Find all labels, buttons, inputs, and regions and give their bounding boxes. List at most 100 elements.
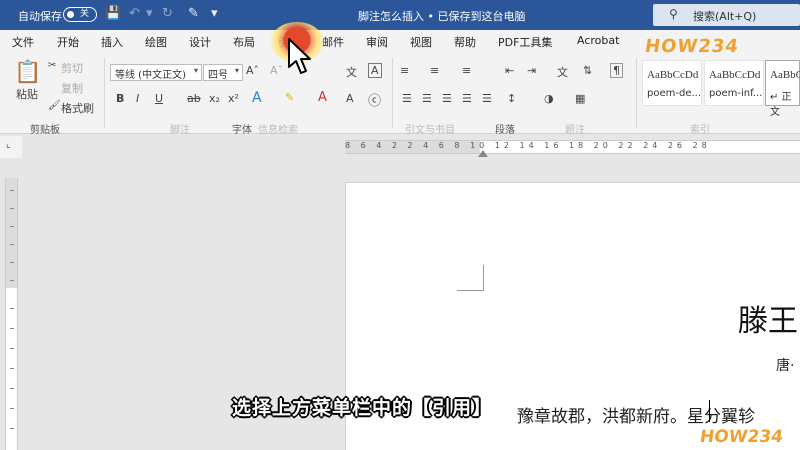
font-color-icon[interactable]: A [318, 90, 327, 105]
subscript-icon[interactable]: x₂ [209, 92, 220, 105]
chevron-down-icon: ▾ [193, 66, 198, 75]
tab-pdf-tools[interactable]: PDF工具集 [498, 34, 552, 50]
cut-icon[interactable]: ✂ [48, 60, 56, 71]
tab-draw[interactable]: 绘图 [145, 34, 167, 50]
shrink-font-icon[interactable]: Aˇ [270, 64, 283, 77]
style-name: ↵ 正文 [770, 92, 792, 118]
distributed-icon[interactable]: ☰ [482, 92, 492, 105]
tutorial-caption: 选择上方菜单栏中的【引用】 [232, 397, 493, 419]
ruler-tick [10, 368, 14, 369]
tab-selector[interactable]: ⌞ [0, 136, 22, 158]
faint-label-research: 信息检索 [258, 125, 298, 136]
text-effects-icon[interactable]: A [252, 90, 262, 106]
multilevel-list-icon[interactable]: ≡ [462, 64, 471, 77]
margin-crop-mark [483, 265, 484, 291]
increase-indent-icon[interactable]: ⇥ [527, 64, 536, 77]
font-size-combo[interactable]: 四号 ▾ [203, 64, 243, 81]
document-heading[interactable]: 滕王 [738, 296, 798, 340]
document-author[interactable]: 唐· [776, 355, 794, 375]
customize-toolbar-icon[interactable]: ▾ [211, 6, 218, 21]
search-input[interactable]: 搜索(Alt+Q) [693, 8, 756, 24]
ruler-tick [10, 208, 14, 209]
tab-review[interactable]: 审阅 [366, 34, 388, 50]
style-normal[interactable]: AaBbC ↵ 正文 [765, 60, 800, 118]
paste-button[interactable]: 粘贴 [16, 86, 38, 102]
ribbon: 📋 粘贴 ✂ 剪切 复制 🖌 格式刷 剪贴板 等线 (中文正文) ▾ 四号 ▾ Aˆ… [0, 54, 800, 136]
tab-layout[interactable]: 布局 [233, 34, 255, 50]
cut-button[interactable]: 剪切 [61, 60, 83, 76]
show-marks-icon[interactable]: ¶ [610, 63, 623, 78]
align-center-icon[interactable]: ☰ [422, 92, 432, 105]
tab-mailings[interactable]: 邮件 [322, 34, 344, 50]
tab-insert[interactable]: 插入 [101, 34, 123, 50]
indent-marker[interactable] [478, 150, 488, 157]
autosave-label: 自动保存 [18, 10, 62, 23]
group-divider [104, 58, 105, 128]
enclose-characters-icon[interactable]: ⓒ [368, 90, 381, 109]
borders-icon[interactable]: ▦ [575, 92, 585, 105]
style-poem-inf[interactable]: AaBbCcDd poem-inf... [704, 60, 764, 106]
redo-icon[interactable]: ↻ [162, 6, 173, 21]
grow-font-icon[interactable]: Aˆ [246, 64, 259, 77]
ruler-tick [10, 308, 14, 309]
style-sample: AaBbCcDd [647, 69, 699, 81]
align-right-icon[interactable]: ☰ [442, 92, 452, 105]
tab-view[interactable]: 视图 [410, 34, 432, 50]
margin-crop-mark [457, 290, 484, 291]
search-icon: ⚲ [669, 7, 678, 21]
ruler-tick [10, 244, 14, 245]
justify-icon[interactable]: ☰ [462, 92, 472, 105]
italic-icon[interactable]: I [136, 92, 139, 105]
font-group-label: 字体 [232, 125, 252, 136]
tab-file[interactable]: 文件 [12, 34, 34, 50]
vertical-ruler[interactable] [5, 178, 18, 450]
ruler-margin [6, 178, 17, 288]
watermark-logo-bottom: HOW234 [699, 427, 785, 447]
tab-home[interactable]: 开始 [57, 34, 79, 50]
paragraph-group-label: 段落 [495, 125, 515, 136]
style-sample: AaBbC [770, 69, 800, 81]
paste-icon[interactable]: 📋 [14, 60, 41, 85]
sort-icon[interactable]: ⇅ [583, 64, 592, 77]
strikethrough-icon[interactable]: ab [187, 92, 201, 105]
tab-help[interactable]: 帮助 [454, 34, 476, 50]
style-poem-de[interactable]: AaBbCcDd poem-de... [642, 60, 702, 106]
character-shading-icon[interactable]: A [346, 92, 354, 105]
highlight-icon[interactable]: ✎ [285, 91, 294, 104]
bullets-icon[interactable]: ≡ [400, 64, 409, 77]
copy-button[interactable]: 复制 [61, 80, 83, 96]
chinese-layout-icon[interactable]: 文 [557, 64, 568, 80]
tab-acrobat[interactable]: Acrobat [577, 34, 619, 47]
line-spacing-icon[interactable]: ↕ [507, 92, 516, 105]
document-body-text[interactable]: 豫章故郡，洪都新府。星分翼轸 [517, 402, 755, 427]
touch-mode-icon[interactable]: ✎ [188, 6, 199, 21]
style-name: poem-de... [647, 88, 702, 99]
undo-dropdown-icon[interactable]: ▾ [146, 6, 153, 21]
character-border-icon[interactable]: A [368, 63, 382, 78]
font-name-combo[interactable]: 等线 (中文正文) ▾ [110, 64, 202, 81]
faint-label-captions: 题注 [565, 125, 585, 136]
decrease-indent-icon[interactable]: ⇤ [505, 64, 514, 77]
font-name-value: 等线 (中文正文) [115, 70, 186, 81]
format-painter-icon[interactable]: 🖌 [48, 100, 61, 111]
ruler-tick [10, 262, 14, 263]
ruler-tick [10, 408, 14, 409]
shading-icon[interactable]: ◑ [544, 92, 554, 105]
bold-icon[interactable]: B [116, 92, 124, 105]
chevron-down-icon: ▾ [234, 66, 239, 75]
superscript-icon[interactable]: x² [228, 92, 239, 105]
phonetic-guide-icon[interactable]: 文 [346, 64, 357, 80]
mouse-pointer-icon [288, 38, 311, 74]
underline-icon[interactable]: U [155, 92, 163, 105]
tab-stop-icon: ⌞ [6, 139, 11, 150]
numbering-icon[interactable]: ≡ [430, 64, 439, 77]
undo-icon[interactable]: ↶ [129, 6, 140, 21]
autosave-toggle[interactable]: 关 [63, 7, 97, 22]
tab-design[interactable]: 设计 [189, 34, 211, 50]
save-icon[interactable]: 💾 [105, 6, 121, 21]
horizontal-ruler[interactable]: 8 6 4 2 2 4 6 8 10 12 14 16 18 20 22 24 … [345, 140, 800, 154]
clipboard-group-label: 剪贴板 [30, 125, 60, 136]
align-left-icon[interactable]: ☰ [402, 92, 412, 105]
format-painter-button[interactable]: 格式刷 [61, 100, 94, 116]
search-box[interactable]: ⚲ 搜索(Alt+Q) [653, 4, 800, 26]
